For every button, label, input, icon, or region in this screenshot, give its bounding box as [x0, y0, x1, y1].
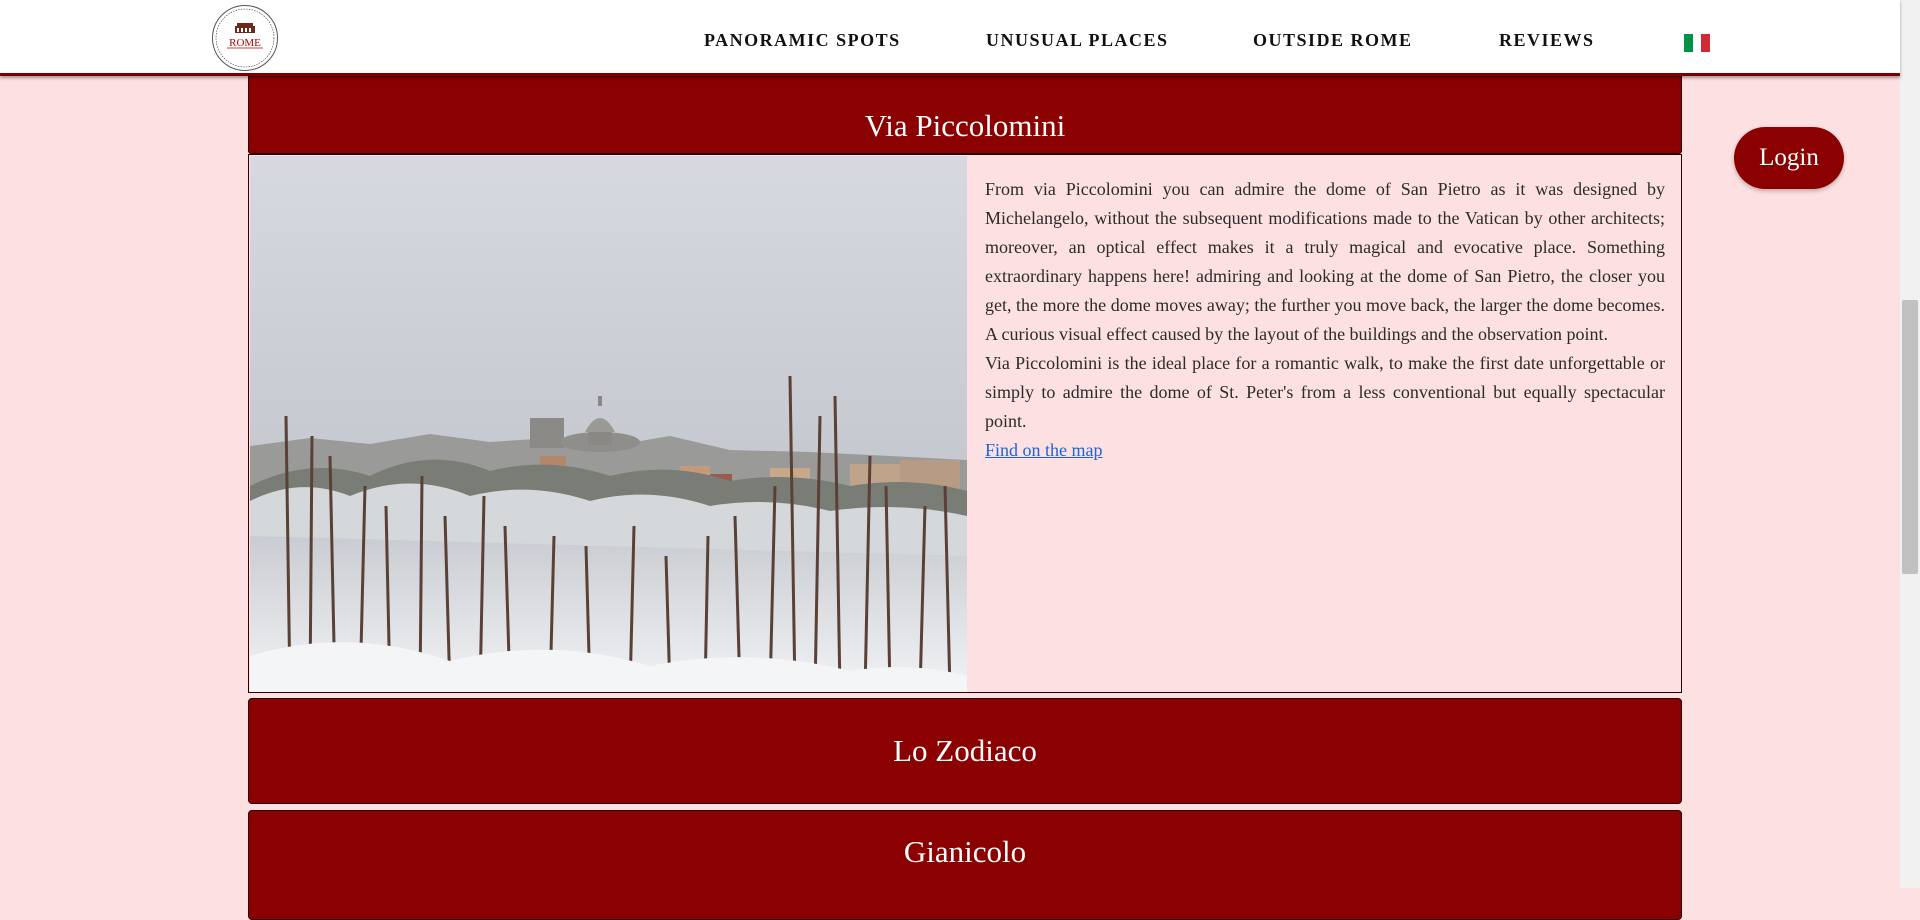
description-paragraph: Via Piccolomini is the ideal place for a… [985, 353, 1665, 431]
login-button[interactable]: Login [1734, 127, 1844, 189]
find-on-map-link[interactable]: Find on the map [985, 440, 1103, 460]
nav-reviews[interactable]: REVIEWS [1499, 30, 1595, 51]
section-panel-via-piccolomini: From via Piccolomini you can admire the … [248, 154, 1682, 693]
section-header-lo-zodiaco[interactable]: Lo Zodiaco [248, 698, 1682, 804]
section-header-gianicolo[interactable]: Gianicolo [248, 810, 1682, 920]
description-paragraph: From via Piccolomini you can admire the … [985, 179, 1665, 344]
site-header: ROME PANORAMIC SPOTS UNUSUAL PLACES OUTS… [0, 0, 1900, 76]
via-piccolomini-photo [250, 156, 967, 692]
nav-outside-rome[interactable]: OUTSIDE ROME [1253, 30, 1413, 51]
nav-unusual-places[interactable]: UNUSUAL PLACES [986, 30, 1169, 51]
main-nav: PANORAMIC SPOTS UNUSUAL PLACES OUTSIDE R… [0, 0, 1900, 73]
section-description: From via Piccolomini you can admire the … [985, 175, 1665, 465]
italian-flag-icon[interactable] [1684, 34, 1711, 52]
nav-panoramic-spots[interactable]: PANORAMIC SPOTS [704, 30, 901, 51]
scrollbar-thumb[interactable] [1902, 300, 1918, 574]
